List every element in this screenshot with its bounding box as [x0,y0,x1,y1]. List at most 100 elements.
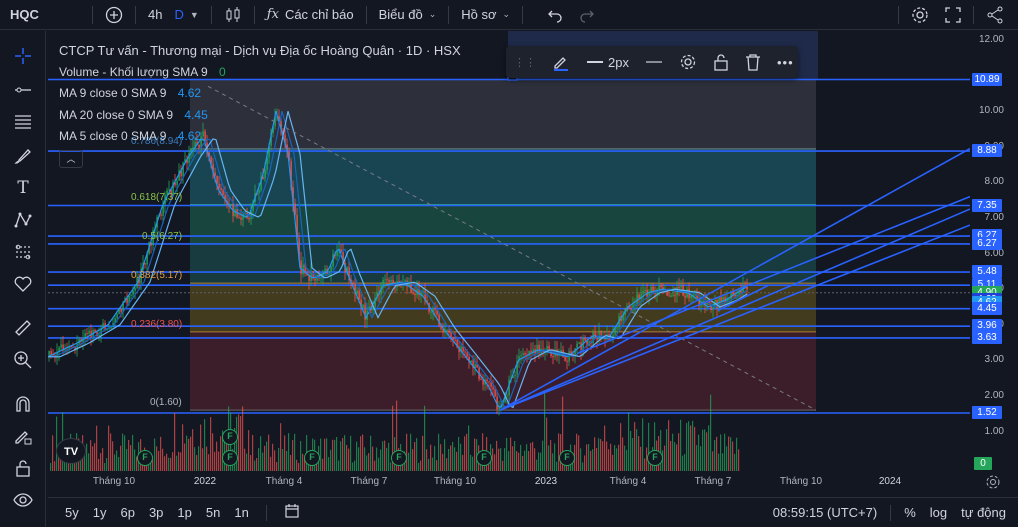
volume-bar [112,441,114,471]
volume-bar [268,434,270,471]
percent-toggle[interactable]: % [897,505,923,520]
fib-tool[interactable] [8,109,38,135]
brush-tool[interactable] [8,143,38,169]
line-color-button[interactable] [544,53,578,71]
ma9-legend[interactable]: MA 9 close 0 SMA 9 4.62 [59,83,461,105]
log-toggle[interactable]: log [923,505,954,520]
measure-tool[interactable] [8,315,38,341]
settings-button[interactable] [903,0,937,30]
compare-button[interactable] [97,0,131,30]
volume-bar [450,445,452,471]
range-button-3p[interactable]: 3p [142,505,170,520]
ma9-label: MA 9 close 0 SMA 9 [59,86,167,100]
line-width-button[interactable]: 2px [578,55,637,70]
stay-drawing-tool[interactable] [8,423,38,449]
volume-bar [668,420,670,471]
separator [135,5,136,24]
interval-daily[interactable]: D [174,7,183,22]
time-axis[interactable]: Tháng 10 2022 Tháng 4 Tháng 7 Tháng 10 2023 Th… [48,471,970,493]
candle-body [728,298,730,300]
range-button-5n[interactable]: 5n [199,505,227,520]
share-button[interactable] [978,0,1018,30]
price-tick-label: 10.00 [978,105,1004,117]
volume-bar [240,416,242,471]
range-button-5y[interactable]: 5y [58,505,86,520]
fullscreen-button[interactable] [937,0,969,30]
volume-bar [408,452,410,471]
candle-body [390,279,392,282]
trend-line-tool[interactable] [8,77,38,103]
lock-icon [16,460,30,477]
financial-event-marker[interactable]: F [222,450,238,466]
volume-bar [710,394,712,471]
volume-bar [102,448,104,471]
price-badge: 6.27 [972,236,1002,250]
volume-bar [688,421,690,471]
hide-drawings-tool[interactable] [8,487,38,513]
volume-legend[interactable]: Volume - Khối lượng SMA 9 0 [59,62,461,84]
price-axis[interactable]: 12.0010.009.008.007.006.005.004.003.002.… [970,31,1018,471]
volume-bar [640,446,642,471]
volume-bar [94,443,96,471]
tradingview-logo[interactable]: TV [56,438,86,464]
range-button-6p[interactable]: 6p [113,505,141,520]
financial-event-marker[interactable]: F [304,450,320,466]
crosshair-tool[interactable] [8,43,38,69]
undo-button[interactable] [539,0,571,30]
redo-button[interactable] [571,0,603,30]
chart-style-button[interactable] [216,0,250,30]
ma9-value: 4.62 [177,86,202,100]
interval-button[interactable]: 4h D ▼ [140,0,207,30]
axis-settings-button[interactable] [985,474,1001,495]
volume-bar [434,446,436,471]
auto-scale-toggle[interactable]: tự động [954,505,1018,520]
magnet-tool[interactable] [8,391,38,417]
chart-type-menu[interactable]: Biểu đồ ⌄ [371,0,445,30]
financial-event-marker[interactable]: F [391,450,407,466]
financial-event-marker[interactable]: F [476,450,492,466]
collapse-legend-button[interactable]: ︿ [59,149,83,168]
text-tool[interactable]: T [8,175,38,201]
range-button-1y[interactable]: 1y [86,505,114,520]
volume-bar [92,446,94,471]
clock[interactable]: 08:59:15 (UTC+7) [766,505,884,520]
financial-event-marker[interactable]: F [222,429,238,445]
profile-menu[interactable]: Hồ sơ ⌄ [453,0,518,30]
financial-event-marker[interactable]: F [137,450,153,466]
ma20-legend[interactable]: MA 20 close 0 SMA 9 4.45 [59,105,461,127]
volume-bar [432,457,434,471]
favorites-tool[interactable] [8,271,38,297]
lock-drawings-tool[interactable] [8,455,38,481]
range-button-1p[interactable]: 1p [170,505,198,520]
candle-body [734,294,736,297]
go-to-date-button[interactable] [277,503,307,522]
lock-drawing-button[interactable] [705,53,737,71]
zoom-tool[interactable] [8,347,38,373]
candle-body [514,374,516,377]
zoom-icon [14,351,32,369]
volume-bar [630,430,632,471]
volume-bar [278,448,280,471]
pattern-tool[interactable] [8,207,38,233]
volume-bar [298,462,300,471]
drawing-settings-button[interactable] [671,53,705,71]
financial-event-marker[interactable]: F [559,450,575,466]
volume-bar [542,440,544,471]
volume-bar [738,449,740,471]
volume-bar [506,437,508,471]
volume-bar [410,433,412,471]
line-style-button[interactable] [637,57,671,67]
candle-body [616,327,618,329]
ma5-label: MA 5 close 0 SMA 9 [59,129,167,143]
financial-event-marker[interactable]: F [647,450,663,466]
indicators-button[interactable]: ƒx Các chỉ báo [259,0,362,30]
more-options-button[interactable]: ••• [769,55,802,70]
symbol-search[interactable]: HQC [0,0,88,30]
ma5-legend[interactable]: MA 5 close 0 SMA 9 4.62 [59,126,461,148]
delete-drawing-button[interactable] [737,53,769,71]
drag-handle[interactable]: ⋮⋮ [506,56,544,69]
volume-bar [422,435,424,471]
prediction-tool[interactable] [8,239,38,265]
range-button-1n[interactable]: 1n [227,505,255,520]
candle-body [238,217,240,219]
